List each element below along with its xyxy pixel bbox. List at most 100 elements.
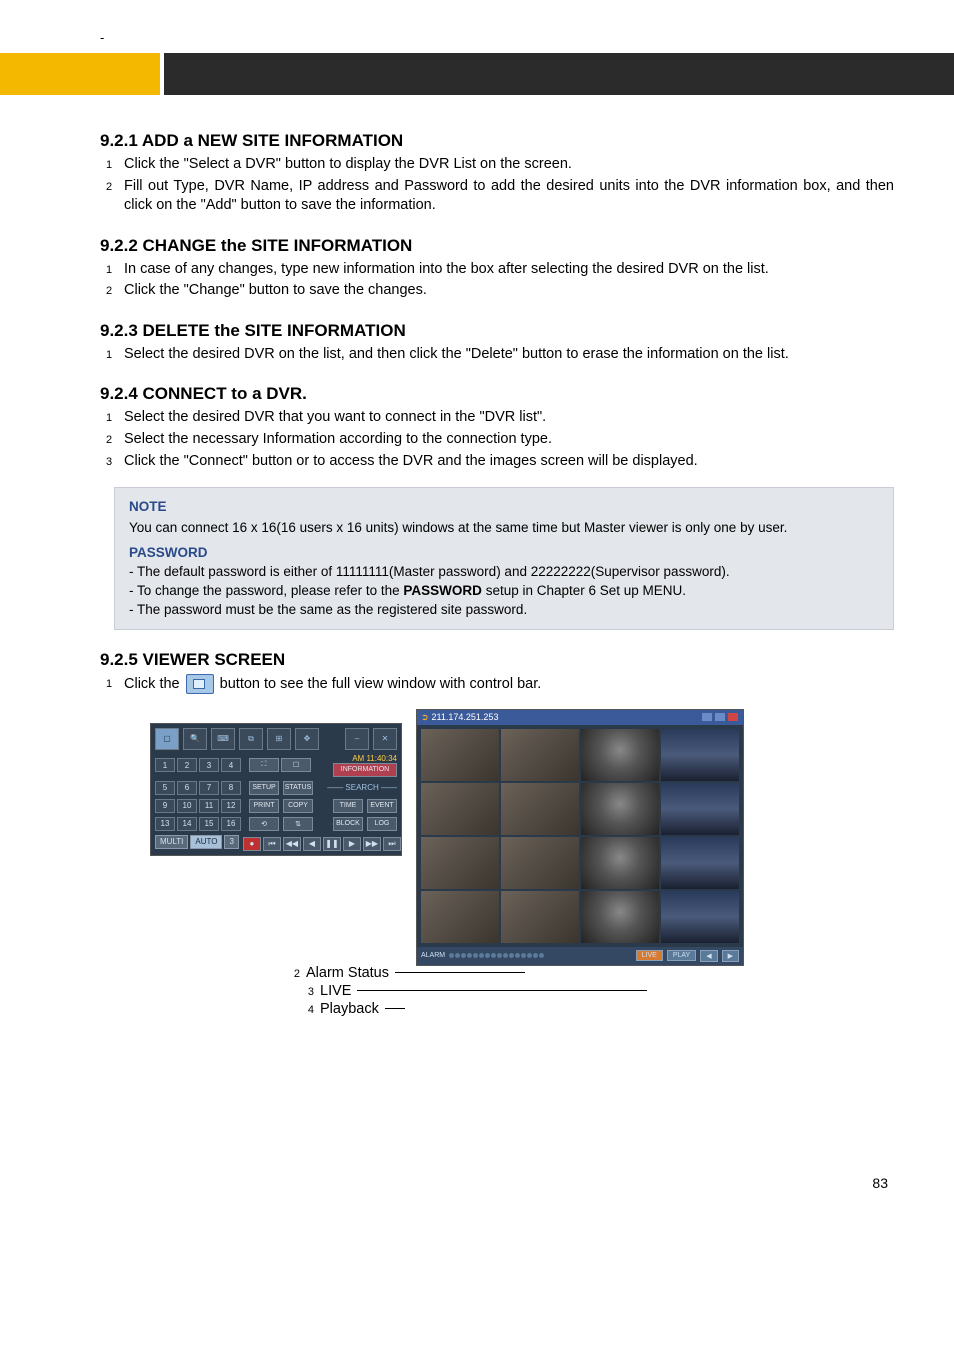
list-text: Select the necessary Information accordi… — [124, 430, 894, 450]
minimize-icon — [701, 712, 713, 722]
camera-tile — [581, 783, 659, 835]
status-button: STATUS — [283, 781, 313, 795]
list-924: 1 Select the desired DVR that you want t… — [106, 408, 894, 471]
figure-callouts: 2 Alarm Status 3 LIVE 4 Playback — [286, 965, 647, 1019]
pause-icon: ❚❚ — [323, 837, 341, 851]
list-number: 1 — [106, 408, 124, 428]
callout-number: 3 — [300, 984, 314, 998]
event-button: EVENT — [367, 799, 397, 813]
channel-cell: 4 — [221, 758, 241, 772]
alarm-label: ALARM — [421, 952, 445, 959]
list-number: 2 — [106, 281, 124, 301]
viewer-titlebar: ➲ 211.174.251.253 — [417, 710, 743, 725]
list-item: 3 Click the "Connect" button or to acces… — [106, 452, 894, 472]
camera-tile — [661, 837, 739, 889]
heading-925: 9.2.5 VIEWER SCREEN — [100, 650, 894, 670]
channel-cell: 8 — [221, 781, 241, 795]
prev-icon: ◀ — [303, 837, 321, 851]
information-button: INFORMATION — [333, 763, 397, 777]
page-content: 9.2.1 ADD a NEW SITE INFORMATION 1 Click… — [0, 95, 954, 1221]
alarm-dot — [491, 953, 496, 958]
note-title: NOTE — [129, 498, 879, 517]
list-item: 2 Fill out Type, DVR Name, IP address an… — [106, 177, 894, 216]
password-title: PASSWORD — [129, 544, 879, 563]
alarm-dot — [527, 953, 532, 958]
viewer-lead-pre: Click the — [124, 676, 184, 692]
camera-tile — [501, 891, 579, 943]
camera-tile — [661, 891, 739, 943]
alarm-dot — [449, 953, 454, 958]
grid-icon: ⊞ — [267, 728, 291, 750]
channel-cell: 1 — [155, 758, 175, 772]
play-button: PLAY — [667, 950, 696, 961]
smallbtn-b: ☐ — [281, 758, 311, 772]
alarm-dot — [515, 953, 520, 958]
channel-cell: 14 — [177, 817, 197, 831]
first-icon: ⏮ — [263, 837, 281, 851]
pw2-bold: PASSWORD — [403, 583, 482, 598]
alarm-dot — [509, 953, 514, 958]
auto-button: AUTO — [190, 835, 222, 849]
control-panel-figure: ▢ 🔍 ⌨ ⧉ ⊞ ✥ – ✕ 1 2 3 4 ⛶ — [150, 723, 402, 856]
list-text: In case of any changes, type new informa… — [124, 260, 894, 280]
list-number: 1 — [106, 155, 124, 175]
callout-row: 3 LIVE — [300, 983, 647, 999]
search-label: —— SEARCH —— — [327, 783, 397, 792]
live-button: LIVE — [636, 950, 663, 961]
figure-area: ▢ 🔍 ⌨ ⧉ ⊞ ✥ – ✕ 1 2 3 4 ⛶ — [100, 705, 894, 1015]
maximize-icon — [714, 712, 726, 722]
camera-tile — [661, 783, 739, 835]
clock-label: AM 11:40:34 — [333, 754, 397, 763]
viewer-window-figure: ➲ 211.174.251.253 — [416, 709, 744, 966]
channel-number-grid: 5 6 7 8 — [155, 781, 245, 795]
alarm-dot — [485, 953, 490, 958]
camera-tile — [421, 729, 499, 781]
alarm-dot — [521, 953, 526, 958]
callout-number: 4 — [300, 1002, 314, 1016]
setup-button: SETUP — [249, 781, 279, 795]
callout-row: 4 Playback — [300, 1001, 647, 1017]
alarm-dot — [455, 953, 460, 958]
alarm-dot — [467, 953, 472, 958]
list-item: 2 Select the necessary Information accor… — [106, 430, 894, 450]
camera-tile — [421, 891, 499, 943]
callout-label: Playback — [320, 1001, 379, 1017]
list-925: 1 Click the button to see the full view … — [106, 674, 894, 694]
callout-label: Alarm Status — [306, 965, 389, 981]
ff-icon: ▶▶ — [363, 837, 381, 851]
channel-cell: 11 — [199, 799, 219, 813]
callout-number: 2 — [286, 966, 300, 980]
rewind-icon: ◀◀ — [283, 837, 301, 851]
note-body: You can connect 16 x 16(16 users x 16 un… — [129, 519, 879, 538]
viewer-ip: 211.174.251.253 — [432, 712, 499, 722]
list-922: 1 In case of any changes, type new infor… — [106, 260, 894, 301]
smallbtn-a: ⛶ — [249, 758, 279, 772]
speed-value: 3 — [224, 835, 238, 849]
list-number: 1 — [106, 345, 124, 365]
note-box: NOTE You can connect 16 x 16(16 users x … — [114, 487, 894, 630]
camera-tile — [581, 837, 659, 889]
callout-line — [357, 990, 647, 991]
close-icon — [727, 712, 739, 722]
channel-cell: 12 — [221, 799, 241, 813]
password-line-1: - The default password is either of 1111… — [129, 563, 879, 582]
minimize-icon: – — [345, 728, 369, 750]
camera-tile — [581, 729, 659, 781]
close-icon: ✕ — [373, 728, 397, 750]
channel-cell: 16 — [221, 817, 241, 831]
list-text: Click the button to see the full view wi… — [124, 674, 894, 694]
alarm-dot — [461, 953, 466, 958]
camera-tile — [421, 837, 499, 889]
fullview-icon — [186, 674, 214, 694]
copy-button: COPY — [283, 799, 313, 813]
channel-cell: 10 — [177, 799, 197, 813]
search-icon: 🔍 — [183, 728, 207, 750]
extra-button-a: ⟲ — [249, 817, 279, 831]
list-text: Select the desired DVR that you want to … — [124, 408, 894, 428]
multi-button: MULTI — [155, 835, 188, 849]
heading-924: 9.2.4 CONNECT to a DVR. — [100, 384, 894, 404]
list-item: 2 Click the "Change" button to save the … — [106, 281, 894, 301]
camera-tile — [581, 891, 659, 943]
camera-grid — [417, 725, 743, 947]
viewer-title-arrow-icon: ➲ — [421, 712, 429, 723]
